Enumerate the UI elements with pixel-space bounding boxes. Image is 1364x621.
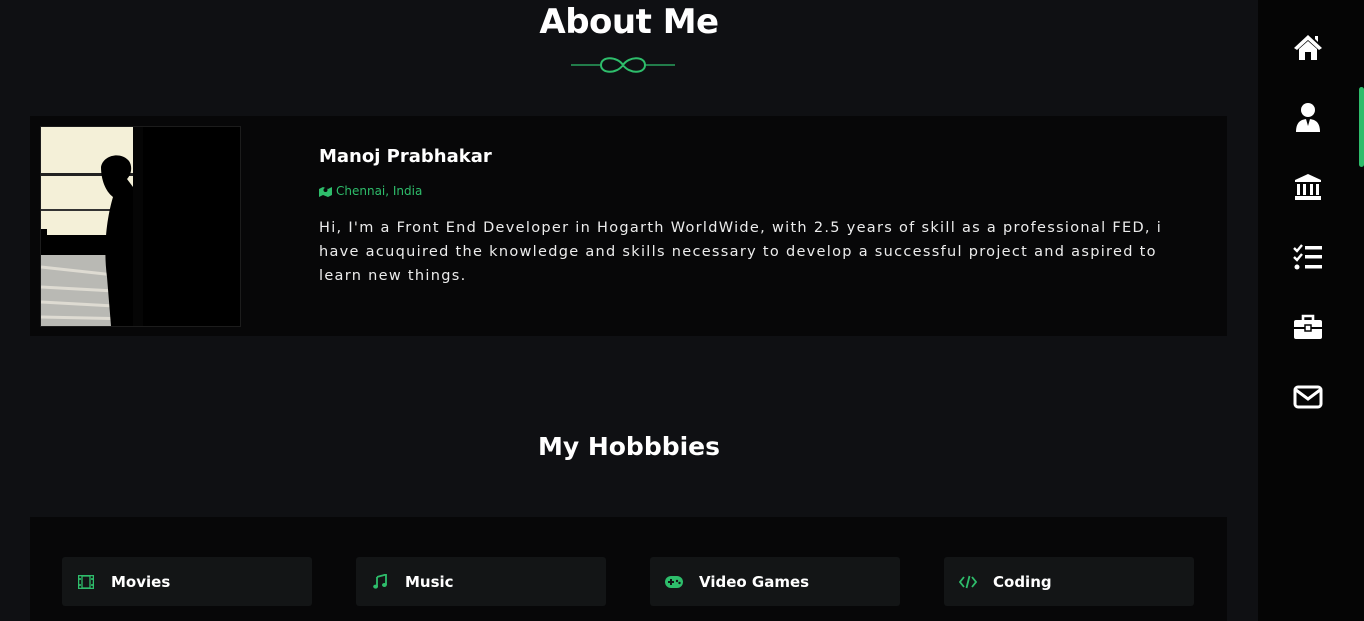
hobby-item-music: Music bbox=[356, 557, 606, 606]
task-list-icon bbox=[1293, 244, 1322, 270]
scrollbar[interactable] bbox=[1358, 0, 1364, 621]
infinity-divider-icon bbox=[571, 57, 675, 73]
hobby-label: Movies bbox=[111, 572, 171, 591]
code-icon bbox=[959, 573, 977, 591]
hobby-label: Music bbox=[405, 572, 454, 591]
nav-item-skills[interactable] bbox=[1292, 241, 1324, 273]
nav-item-education[interactable] bbox=[1292, 171, 1324, 203]
gamepad-icon bbox=[665, 573, 683, 591]
hobby-label: Coding bbox=[993, 572, 1052, 591]
bio-text: Hi, I'm a Front End Developer in Hogarth… bbox=[319, 220, 1163, 284]
nav-item-experience[interactable] bbox=[1292, 311, 1324, 343]
profile-photo bbox=[40, 126, 241, 327]
map-marker-icon bbox=[319, 187, 332, 197]
sidebar-nav bbox=[1258, 0, 1364, 621]
about-card: Manoj Prabhakar Chennai, India Hi, I'm a… bbox=[30, 116, 1227, 336]
music-note-icon bbox=[371, 573, 389, 591]
nav-item-home[interactable] bbox=[1292, 31, 1324, 63]
user-icon bbox=[1296, 103, 1320, 132]
main-content: About Me Manoj Prabhakar Chennai, India … bbox=[0, 0, 1258, 621]
hobbies-card: Movies Music Video Games Coding bbox=[30, 517, 1227, 621]
film-icon bbox=[77, 573, 95, 591]
hobby-label: Video Games bbox=[699, 572, 810, 591]
nav-item-about[interactable] bbox=[1292, 101, 1324, 133]
location-text: Chennai, India bbox=[336, 184, 423, 198]
profile-name: Manoj Prabhakar bbox=[319, 146, 492, 167]
briefcase-icon bbox=[1294, 314, 1322, 339]
hobby-item-coding: Coding bbox=[944, 557, 1194, 606]
location-line: Chennai, India bbox=[319, 184, 422, 198]
bank-icon bbox=[1295, 174, 1321, 200]
home-icon bbox=[1294, 35, 1322, 60]
hobby-item-video-games: Video Games bbox=[650, 557, 900, 606]
page-title: About Me bbox=[539, 2, 719, 42]
envelope-icon bbox=[1293, 385, 1323, 409]
scrollbar-thumb[interactable] bbox=[1359, 87, 1364, 167]
nav-item-contact[interactable] bbox=[1292, 381, 1324, 413]
hobby-item-movies: Movies bbox=[62, 557, 312, 606]
hobbies-title: My Hobbbies bbox=[537, 432, 721, 461]
